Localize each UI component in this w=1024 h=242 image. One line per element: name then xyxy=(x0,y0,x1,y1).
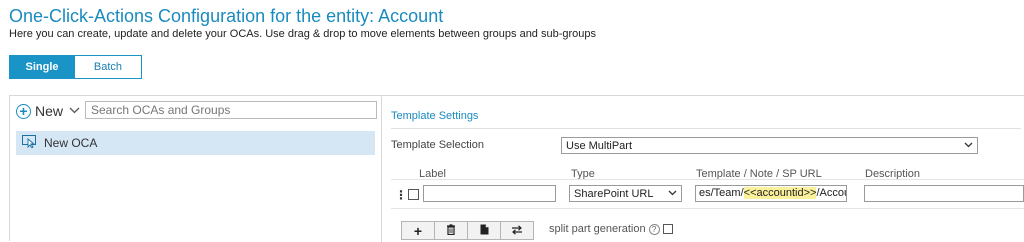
template-settings-title: Template Settings xyxy=(391,110,479,122)
configuration-panels: + New New OCA Template Settings Template… xyxy=(9,95,1024,242)
split-part-generation: split part generation ? xyxy=(549,223,673,235)
split-part-checkbox[interactable] xyxy=(662,224,673,234)
swap-button[interactable] xyxy=(500,221,534,240)
search-input[interactable] xyxy=(85,101,377,119)
plus-icon: + xyxy=(413,222,423,239)
template-part-row: ⋮ SharePoint URL es/Team/<<accountid>>/A… xyxy=(391,179,1024,209)
split-part-label: split part generation xyxy=(549,223,646,235)
help-icon[interactable]: ? xyxy=(648,223,660,235)
chevron-down-icon xyxy=(69,106,80,117)
url-input[interactable]: es/Team/<<accountid>>/AccountF xyxy=(695,185,847,202)
plus-circle-icon: + xyxy=(16,103,31,119)
oca-tree-panel: + New New OCA xyxy=(10,96,382,242)
oca-icon xyxy=(22,135,38,151)
row-checkbox[interactable] xyxy=(408,189,419,200)
add-row-button[interactable]: + xyxy=(401,221,435,240)
section-divider xyxy=(391,128,1021,129)
document-icon xyxy=(480,224,489,238)
template-selection-dropdown[interactable]: Use MultiPart xyxy=(561,137,978,154)
page-subtitle: Here you can create, update and delete y… xyxy=(9,28,597,40)
swap-icon xyxy=(511,224,523,238)
oca-list-item[interactable]: New OCA xyxy=(16,131,375,155)
chevron-down-icon xyxy=(668,188,677,199)
oca-item-label: New OCA xyxy=(44,136,98,150)
batch-mode-button[interactable]: Batch xyxy=(75,55,142,79)
template-settings-panel: Template Settings Template Selection Use… xyxy=(383,96,1024,242)
trash-icon xyxy=(446,223,456,238)
label-input[interactable] xyxy=(423,185,556,202)
single-mode-button[interactable]: Single xyxy=(9,55,75,79)
document-button[interactable] xyxy=(467,221,501,240)
template-selection-label: Template Selection xyxy=(391,139,484,151)
new-button-label: New xyxy=(35,103,64,119)
type-dropdown[interactable]: SharePoint URL xyxy=(569,185,682,202)
url-placeholder-token: <<accountid>> xyxy=(743,187,817,199)
template-selection-value: Use MultiPart xyxy=(566,139,633,152)
url-prefix: es/Team/ xyxy=(699,187,744,199)
mode-toggle: Single Batch xyxy=(9,55,142,79)
chevron-down-icon xyxy=(964,140,973,151)
description-input[interactable] xyxy=(864,185,1024,202)
drag-handle-icon[interactable]: ⋮ xyxy=(395,188,407,202)
row-action-buttons: + xyxy=(401,221,534,240)
url-suffix: /AccountF xyxy=(816,187,846,199)
new-button[interactable]: + New xyxy=(16,101,80,121)
type-value: SharePoint URL xyxy=(574,187,654,200)
page-title: One-Click-Actions Configuration for the … xyxy=(9,6,444,26)
delete-row-button[interactable] xyxy=(434,221,468,240)
